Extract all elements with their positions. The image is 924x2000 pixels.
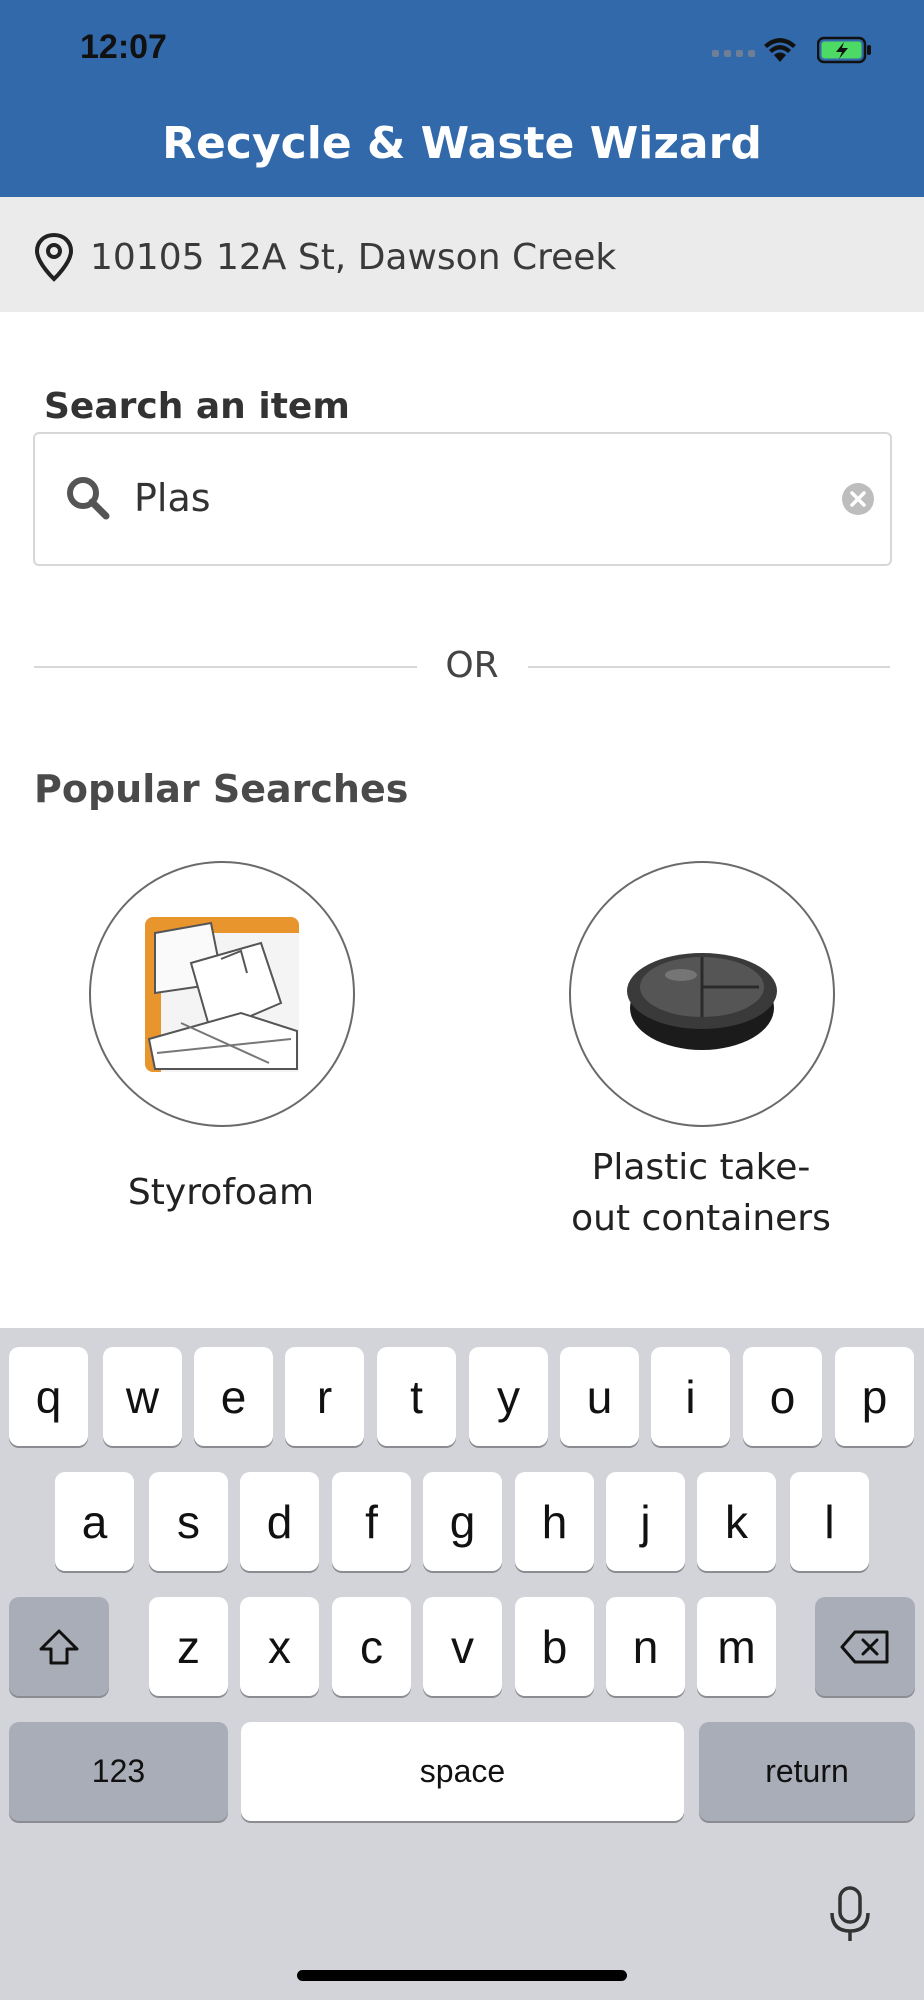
shift-icon [39,1629,79,1664]
key-n[interactable]: n [606,1597,685,1696]
key-h[interactable]: h [515,1472,594,1571]
search-input-value[interactable]: Plas [134,470,211,526]
signal-icon [712,50,755,57]
popular-item-styrofoam[interactable] [89,861,355,1127]
backspace-icon [840,1630,889,1663]
numbers-key[interactable]: 123 [9,1722,228,1821]
wifi-icon [764,38,796,62]
popular-item-takeout-containers-label[interactable]: Plastic take- out containers [541,1142,861,1244]
key-t[interactable]: t [377,1347,456,1446]
key-w[interactable]: w [103,1347,182,1446]
key-a[interactable]: a [55,1472,134,1571]
popular-item-takeout-label-line2: out containers [571,1198,831,1239]
key-y[interactable]: y [469,1347,548,1446]
key-l[interactable]: l [790,1472,869,1571]
key-k[interactable]: k [697,1472,776,1571]
key-d[interactable]: d [240,1472,319,1571]
address-text[interactable]: 10105 12A St, Dawson Creek [90,232,616,284]
styrofoam-image [145,917,299,1072]
space-key[interactable]: space [241,1722,684,1821]
or-divider-text: OR [445,645,499,686]
popular-searches-title: Popular Searches [34,767,409,811]
key-u[interactable]: u [560,1347,639,1446]
popular-item-takeout-containers[interactable] [569,861,835,1127]
key-c[interactable]: c [332,1597,411,1696]
status-time: 12:07 [80,28,167,66]
clear-icon[interactable] [841,482,875,516]
key-q[interactable]: q [9,1347,88,1446]
key-o[interactable]: o [743,1347,822,1446]
key-v[interactable]: v [423,1597,502,1696]
key-m[interactable]: m [697,1597,776,1696]
home-indicator [297,1970,627,1981]
popular-item-takeout-label-line1: Plastic take- [591,1147,811,1188]
takeout-container-image [627,953,777,1050]
microphone-icon[interactable] [826,1885,874,1945]
return-key[interactable]: return [699,1722,915,1821]
search-icon [67,477,110,520]
key-z[interactable]: z [149,1597,228,1696]
page-title: Recycle & Waste Wizard [162,118,762,169]
key-j[interactable]: j [606,1472,685,1571]
key-f[interactable]: f [332,1472,411,1571]
key-s[interactable]: s [149,1472,228,1571]
search-label: Search an item [44,386,350,427]
key-e[interactable]: e [194,1347,273,1446]
divider-line-right [528,666,890,668]
backspace-key[interactable] [815,1597,915,1696]
key-p[interactable]: p [835,1347,914,1446]
shift-key[interactable] [9,1597,109,1696]
popular-item-styrofoam-label[interactable]: Styrofoam [61,1167,381,1218]
divider-line-left [34,666,417,668]
location-pin-icon [34,232,74,282]
key-g[interactable]: g [423,1472,502,1571]
battery-charging-icon [817,36,871,64]
key-i[interactable]: i [651,1347,730,1446]
key-b[interactable]: b [515,1597,594,1696]
key-x[interactable]: x [240,1597,319,1696]
key-r[interactable]: r [285,1347,364,1446]
